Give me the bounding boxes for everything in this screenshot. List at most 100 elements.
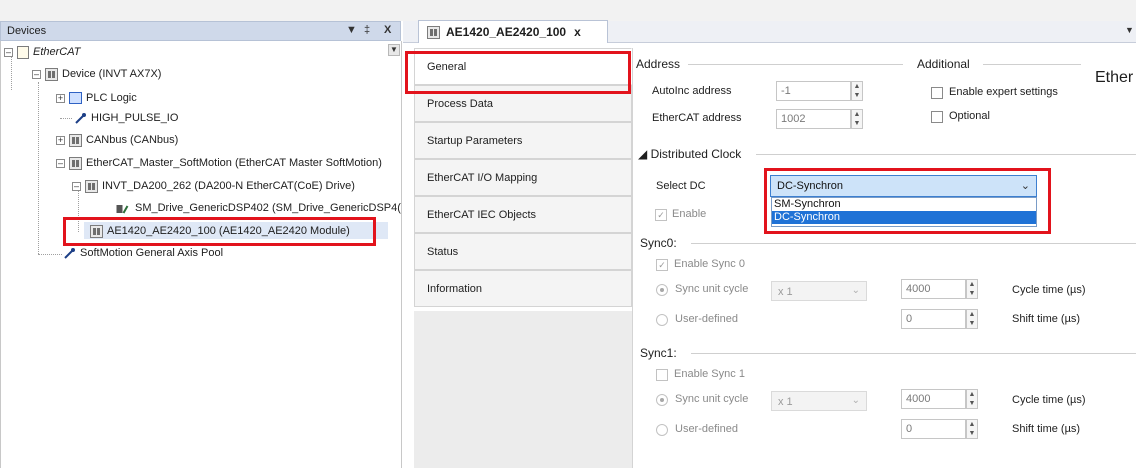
collapse-icon[interactable]: – [4, 47, 13, 57]
devices-panel-header: Devices ▼ ‡ X [0, 21, 401, 41]
ethercat-address-field[interactable]: 1002 [776, 109, 851, 129]
tree-node-sm-drive[interactable]: SM_Drive_GenericDSP402 (SM_Drive_Generic… [113, 200, 401, 216]
ethercat-address-label: EtherCAT address [652, 112, 742, 124]
enable-expert-settings-checkbox[interactable] [931, 87, 943, 99]
distributed-clock-title-text: Distributed Clock [650, 147, 742, 161]
collapse-icon[interactable]: – [32, 69, 41, 79]
tree-line [38, 82, 39, 254]
collapse-icon[interactable]: – [72, 181, 81, 191]
sync0-shift-time-field[interactable]: 0 [901, 309, 966, 329]
sync0-cycle-time-label: Cycle time (µs) [1012, 284, 1086, 296]
drive-icon [116, 204, 129, 213]
collapse-icon[interactable]: – [56, 158, 65, 168]
sync1-user-defined-radio[interactable] [656, 424, 668, 436]
sync0-shift-time-label: Shift time (µs) [1012, 313, 1081, 325]
ethercat-heading-partial: Ether [1095, 69, 1134, 86]
sync0-cycle-time-field[interactable]: 4000 [901, 279, 966, 299]
tree-node-ethercat-master[interactable]: – EtherCAT_Master_SoftMotion (EtherCAT M… [56, 155, 382, 171]
section-divider [756, 154, 1136, 155]
pin-icon[interactable]: ‡ [364, 24, 370, 36]
tab-status[interactable]: Status [414, 233, 632, 270]
enable-sync1-checkbox[interactable] [656, 369, 668, 381]
sync0-user-defined-radio[interactable] [656, 314, 668, 326]
section-divider [688, 64, 903, 65]
autoinc-spinner[interactable]: ▲ ▼ [851, 81, 863, 101]
tab-ethercat-io-mapping[interactable]: EtherCAT I/O Mapping [414, 159, 632, 196]
project-icon [17, 45, 29, 59]
tab-list-dropdown-icon[interactable]: ▼ [1125, 25, 1134, 35]
tab-startup-parameters[interactable]: Startup Parameters [414, 122, 632, 159]
sync0-section-title: Sync0: [640, 236, 677, 250]
sync1-unit-cycle-value: x 1 [778, 396, 793, 408]
module-icon [427, 25, 440, 39]
tree-node-softmotion-pool[interactable]: SoftMotion General Axis Pool [63, 245, 223, 261]
plc-logic-icon [69, 92, 82, 104]
tree-line [11, 56, 12, 90]
enable-dc-label: Enable [672, 208, 707, 220]
sync0-unit-cycle-value: x 1 [778, 286, 793, 298]
editor-tab[interactable]: AE1420_AE2420_100 x [418, 20, 608, 43]
tree-node-canbus[interactable]: + CANbus (CANbus) [56, 132, 178, 148]
select-dc-label: Select DC [656, 180, 706, 192]
expand-icon[interactable]: + [56, 93, 65, 103]
panel-menu-icon[interactable]: ▼ [346, 24, 357, 36]
tree-node-plc-logic[interactable]: + PLC Logic [56, 90, 137, 106]
tree-node-label: PLC Logic [86, 92, 137, 104]
device-icon [45, 67, 58, 81]
close-tab-icon[interactable]: x [574, 25, 581, 39]
sync0-unit-cycle-radio[interactable] [656, 284, 668, 296]
tree-node-device[interactable]: – Device (INVT AX7X) [32, 66, 161, 82]
tree-node-invt-drive[interactable]: – INVT_DA200_262 (DA200-N EtherCAT(CoE) … [72, 178, 355, 194]
sync1-shift-time-spinner[interactable]: ▲ ▼ [966, 419, 978, 439]
enable-expert-settings-label: Enable expert settings [949, 86, 1058, 98]
sync1-cycle-time-spinner[interactable]: ▲ ▼ [966, 389, 978, 409]
sync1-shift-time-field[interactable]: 0 [901, 419, 966, 439]
sync0-unit-cycle-combo[interactable]: x 1 ⌄ [771, 281, 867, 301]
highlight-box-select-dc [764, 168, 1051, 234]
sync1-user-defined-label: User-defined [675, 423, 738, 435]
close-panel-icon[interactable]: X [384, 24, 391, 36]
autoinc-address-label: AutoInc address [652, 85, 732, 97]
autoinc-address-field[interactable]: -1 [776, 81, 851, 101]
tree-node-high-pulse-io[interactable]: HIGH_PULSE_IO [74, 110, 178, 126]
optional-label: Optional [949, 110, 990, 122]
sync1-cycle-time-field[interactable]: 4000 [901, 389, 966, 409]
section-divider [691, 353, 1136, 354]
section-divider [983, 64, 1081, 65]
tree-node-label: SM_Drive_GenericDSP402 (SM_Drive_Generic… [135, 202, 401, 214]
optional-checkbox[interactable] [931, 111, 943, 123]
sync1-section-title: Sync1: [640, 346, 677, 360]
device-icon [69, 133, 82, 147]
chevron-down-icon: ⌄ [851, 285, 860, 296]
tree-node-label: HIGH_PULSE_IO [91, 112, 179, 124]
sync0-cycle-time-spinner[interactable]: ▲ ▼ [966, 279, 978, 299]
sync0-unit-cycle-label: Sync unit cycle [675, 283, 749, 295]
tree-line [38, 254, 62, 255]
tree-node-ethercat[interactable]: – EtherCAT [4, 44, 80, 60]
sync0-shift-time-spinner[interactable]: ▲ ▼ [966, 309, 978, 329]
sync1-unit-cycle-combo[interactable]: x 1 ⌄ [771, 391, 867, 411]
enable-sync0-checkbox[interactable]: ✓ [656, 259, 668, 271]
axis-pool-icon [64, 247, 75, 259]
sync1-unit-cycle-label: Sync unit cycle [675, 393, 749, 405]
sync1-cycle-time-label: Cycle time (µs) [1012, 394, 1086, 406]
tab-label: Process Data [427, 97, 494, 110]
device-icon [85, 179, 98, 193]
vertical-tabs-background [414, 311, 632, 468]
ethercat-address-spinner[interactable]: ▲ ▼ [851, 109, 863, 129]
enable-dc-checkbox[interactable]: ✓ [655, 209, 667, 221]
tab-ethercat-iec-objects[interactable]: EtherCAT IEC Objects [414, 196, 632, 233]
section-divider [691, 243, 1136, 244]
tab-information[interactable]: Information [414, 270, 632, 307]
chevron-down-icon: ⌄ [851, 395, 860, 406]
tree-dropdown-icon[interactable]: ▼ [388, 44, 400, 56]
sync1-unit-cycle-radio[interactable] [656, 394, 668, 406]
tree-node-label: CANbus (CANbus) [86, 134, 179, 146]
tab-label: EtherCAT IEC Objects [427, 208, 537, 221]
distributed-clock-section-title: ◢ Distributed Clock [638, 147, 742, 161]
expand-icon[interactable]: + [56, 135, 65, 145]
tab-label: Status [427, 245, 459, 258]
enable-sync0-label: Enable Sync 0 [674, 258, 745, 270]
editor-tab-label: AE1420_AE2420_100 [446, 25, 567, 39]
tab-label: EtherCAT I/O Mapping [427, 171, 538, 184]
